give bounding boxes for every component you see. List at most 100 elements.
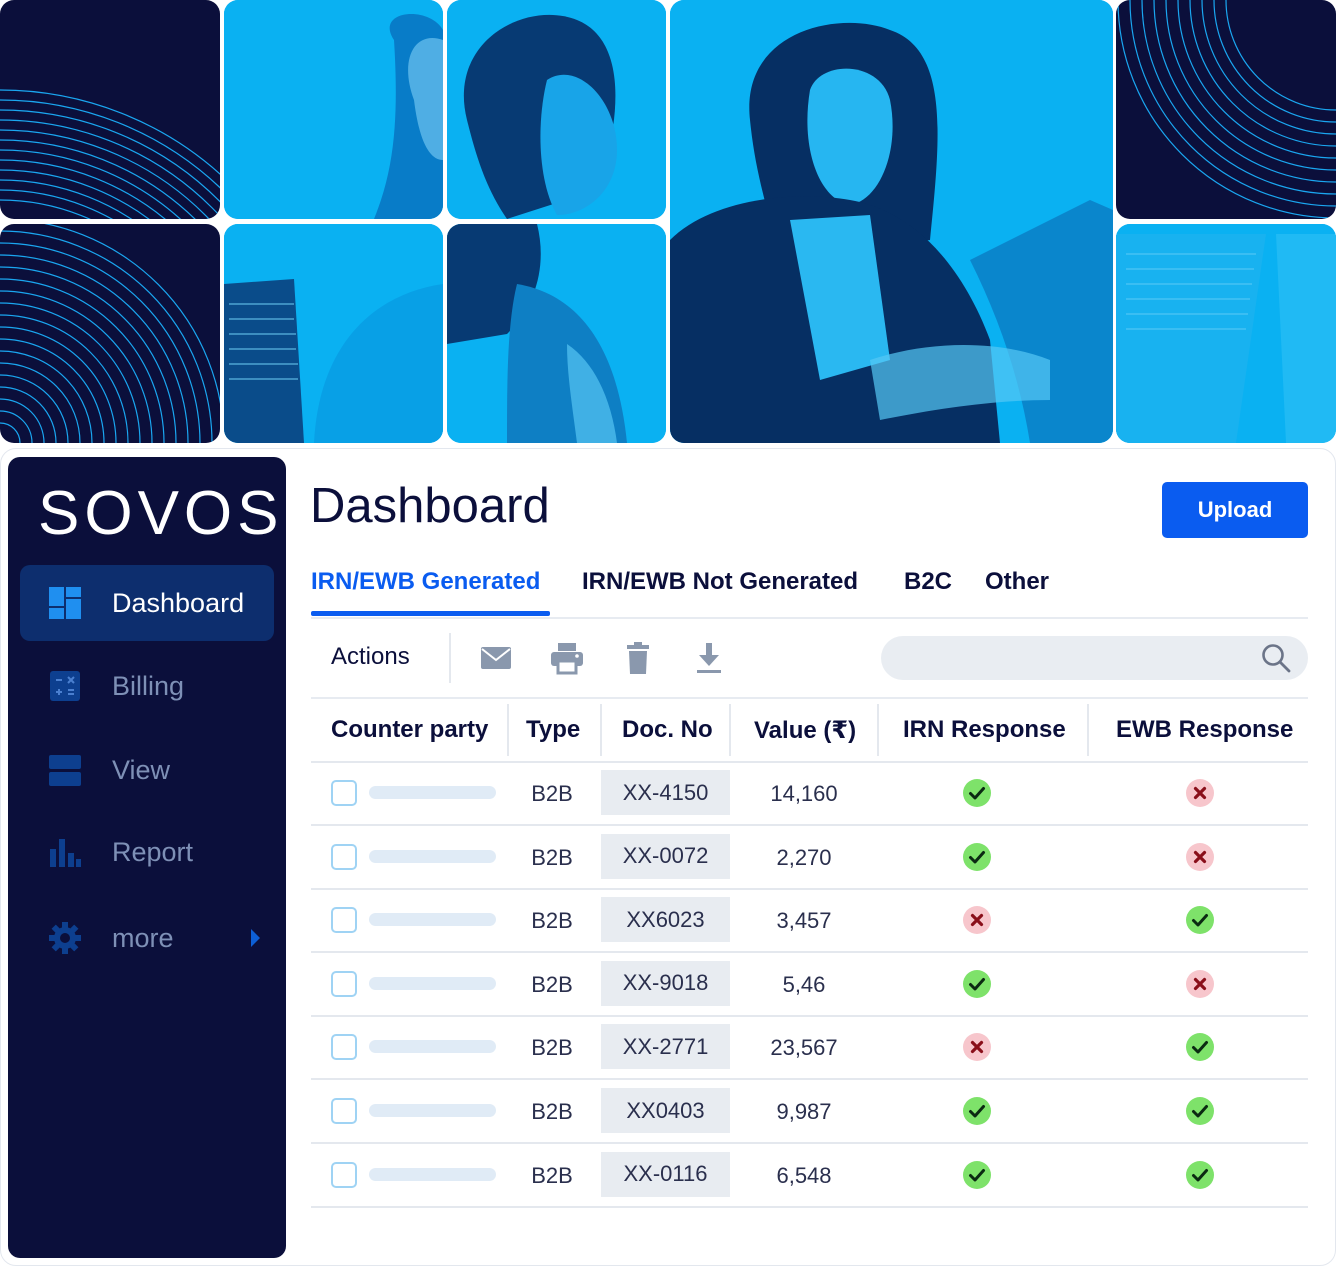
pattern-tile — [0, 0, 220, 219]
row-type: B2B — [531, 1162, 573, 1188]
column-header-type[interactable]: Type — [526, 716, 580, 744]
sidebar-item-billing[interactable]: Billing — [20, 648, 274, 724]
row-doc-no[interactable]: XX6023 — [601, 897, 730, 943]
table-row[interactable]: B2B XX-4150 14,160 — [311, 762, 1308, 826]
actions-divider-line — [311, 697, 1308, 699]
row-doc-no[interactable]: XX-2771 — [601, 1024, 730, 1070]
active-tab-indicator — [311, 611, 550, 616]
upload-button[interactable]: Upload — [1162, 482, 1308, 538]
chevron-right-icon — [251, 929, 260, 947]
row-checkbox[interactable] — [331, 907, 357, 934]
table-row[interactable]: B2B XX6023 3,457 — [311, 889, 1308, 954]
row-checkbox[interactable] — [331, 1098, 357, 1124]
row-doc-no[interactable]: XX-0072 — [601, 833, 730, 879]
row-checkbox[interactable] — [331, 1034, 357, 1061]
table-row[interactable]: B2B XX-9018 5,46 — [311, 953, 1308, 1017]
row-checkbox[interactable] — [331, 970, 357, 997]
view-icon — [49, 755, 81, 786]
row-checkbox[interactable] — [331, 780, 357, 806]
gear-icon — [49, 922, 81, 954]
photo-tile — [224, 0, 443, 219]
row-value: 2,270 — [776, 844, 832, 870]
row-value: 5,46 — [782, 971, 826, 997]
row-value: 6,548 — [776, 1162, 832, 1188]
pattern-tile — [0, 224, 220, 443]
row-doc-no[interactable]: XX0403 — [601, 1088, 730, 1133]
tabs-divider — [311, 617, 1308, 619]
column-header-value[interactable]: Value (₹) — [754, 716, 856, 745]
table-row[interactable]: B2B XX-2771 23,567 — [311, 1016, 1308, 1081]
counterparty-placeholder — [369, 1167, 496, 1181]
counterparty-placeholder — [369, 786, 496, 799]
table-row[interactable]: B2B XX0403 9,987 — [311, 1080, 1308, 1144]
column-divider — [507, 704, 509, 756]
row-value: 23,567 — [770, 1035, 838, 1061]
search-input[interactable] — [881, 636, 1308, 680]
column-header-doc-no[interactable]: Doc. No — [622, 716, 713, 744]
column-header-ewb-response[interactable]: EWB Response — [1116, 716, 1293, 744]
search-icon[interactable] — [1260, 642, 1292, 674]
sidebar-item-label: View — [112, 754, 171, 785]
irn-success-icon — [962, 778, 992, 808]
counterparty-placeholder — [369, 976, 496, 990]
row-type: B2B — [531, 908, 573, 934]
row-value: 14,160 — [770, 781, 838, 806]
hero-banner — [0, 0, 1336, 444]
tab-b2c[interactable]: B2C — [904, 568, 952, 596]
row-type: B2B — [531, 971, 573, 997]
irn-success-icon — [962, 969, 992, 999]
ewb-failure-icon — [1185, 842, 1215, 872]
mail-icon[interactable] — [479, 641, 513, 675]
sidebar-item-label: Billing — [112, 670, 185, 701]
calculator-icon — [50, 671, 80, 701]
irn-success-icon — [962, 842, 992, 872]
photo-tile — [670, 0, 1113, 443]
row-type: B2B — [531, 1035, 573, 1061]
sidebar-item-label: Dashboard — [112, 587, 245, 618]
row-doc-no[interactable]: XX-4150 — [601, 770, 730, 815]
column-header-irn-response[interactable]: IRN Response — [903, 716, 1066, 744]
photo-tile — [1116, 224, 1336, 443]
sidebar-item-report[interactable]: Report — [20, 814, 274, 890]
row-doc-no[interactable]: XX-9018 — [601, 960, 730, 1006]
actions-divider — [449, 633, 451, 683]
sidebar-item-view[interactable]: View — [20, 732, 274, 808]
report-icon — [50, 839, 81, 867]
sidebar-item-more[interactable]: more — [20, 900, 274, 976]
irn-failure-icon — [962, 1032, 992, 1062]
column-divider — [729, 704, 731, 756]
column-header-counter-party[interactable]: Counter party — [331, 716, 488, 744]
print-icon[interactable] — [550, 641, 584, 675]
photo-tile — [447, 0, 666, 219]
row-type: B2B — [531, 1099, 573, 1124]
row-checkbox[interactable] — [331, 1161, 357, 1188]
delete-icon[interactable] — [621, 641, 655, 675]
sidebar-item-label: Report — [112, 836, 194, 867]
table-row[interactable]: B2B XX-0072 2,270 — [311, 826, 1308, 890]
ewb-success-icon — [1185, 1160, 1215, 1190]
ewb-success-icon — [1185, 1096, 1215, 1126]
row-checkbox[interactable] — [331, 843, 357, 870]
ewb-success-icon — [1185, 905, 1215, 935]
download-icon[interactable] — [692, 641, 726, 675]
row-doc-no[interactable]: XX-0116 — [601, 1151, 730, 1197]
pattern-tile — [1116, 0, 1336, 219]
brand-logo: SOVOS — [38, 479, 284, 548]
column-divider — [600, 704, 602, 756]
table-row[interactable]: B2B XX-0116 6,548 — [311, 1144, 1308, 1208]
ewb-failure-icon — [1185, 778, 1215, 808]
tab-other[interactable]: Other — [985, 568, 1049, 596]
row-value: 9,987 — [776, 1099, 832, 1124]
counterparty-placeholder — [369, 1040, 496, 1054]
dashboard-icon — [49, 587, 81, 619]
column-divider — [1087, 704, 1089, 756]
row-type: B2B — [531, 844, 573, 870]
ewb-failure-icon — [1185, 969, 1215, 999]
tab-irn-ewb-not-generated[interactable]: IRN/EWB Not Generated — [582, 568, 858, 596]
sidebar-item-label: more — [112, 922, 174, 953]
irn-success-icon — [962, 1160, 992, 1190]
irn-success-icon — [962, 1096, 992, 1126]
tab-irn-ewb-generated[interactable]: IRN/EWB Generated — [311, 568, 540, 596]
column-divider — [877, 704, 879, 756]
sidebar-item-dashboard[interactable]: Dashboard — [20, 565, 274, 641]
